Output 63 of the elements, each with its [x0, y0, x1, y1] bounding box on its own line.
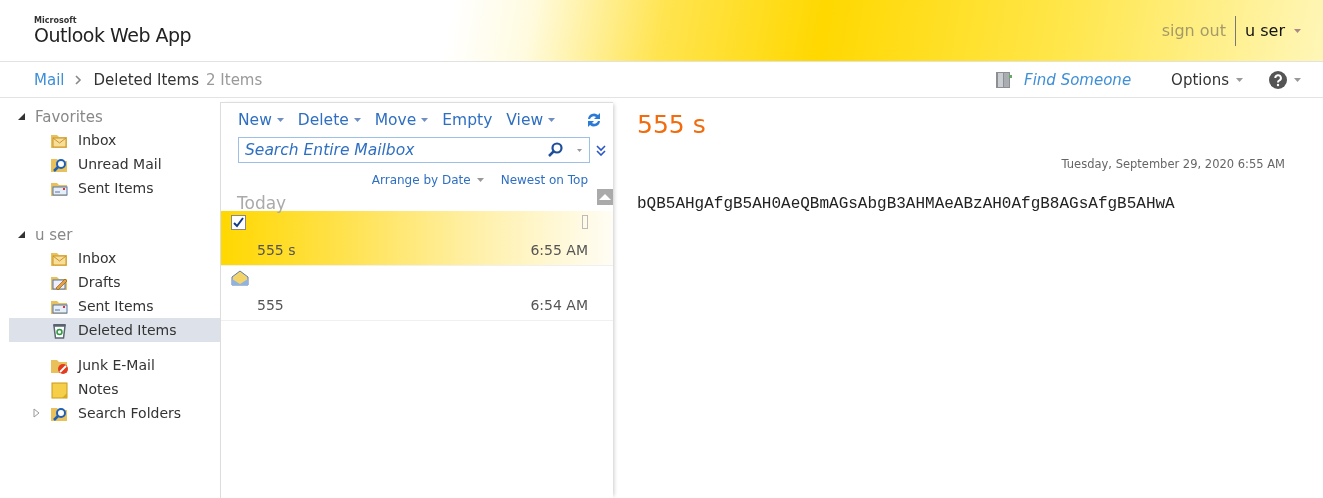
message-time: 6:55 AM	[530, 242, 588, 258]
user-menu[interactable]: u ser	[1245, 21, 1301, 40]
group-header: Today	[237, 193, 287, 211]
search-field[interactable]: Search Entire Mailbox	[238, 137, 590, 163]
item-count: 2 Items	[206, 70, 263, 89]
up-arrow-icon	[599, 194, 611, 200]
note-icon	[50, 379, 69, 399]
folder-group-title: Favorites	[35, 108, 103, 126]
folder-item[interactable]: Notes	[9, 377, 220, 401]
message-subject: 555 s	[257, 242, 296, 258]
toolbar-button[interactable]: View	[506, 111, 556, 129]
help-icon	[1269, 70, 1287, 89]
options-menu[interactable]: Options	[1171, 70, 1243, 89]
caret-icon	[1236, 77, 1243, 82]
caret-icon	[276, 118, 284, 122]
caret-icon	[1294, 28, 1301, 33]
find-someone-link[interactable]: Find Someone	[994, 70, 1132, 89]
folder-item[interactable]: Inbox	[9, 128, 220, 152]
search-icon	[547, 142, 563, 158]
folder-item[interactable]: Deleted Items	[9, 318, 220, 342]
folder-title: Deleted Items	[93, 70, 199, 89]
caret-icon	[577, 148, 582, 152]
folder-group-header[interactable]: Favorites	[0, 106, 220, 128]
folder-group-header[interactable]: u ser	[0, 224, 220, 246]
refresh-icon[interactable]	[585, 111, 603, 129]
app-logo-text: Outlook Web App	[34, 25, 192, 45]
message-time: 6:54 AM	[530, 297, 588, 313]
message-body: bQB5AHgAfgB5AH0AeQBmAGsAbgB3AHMAeABzAH0AfgB8AGsAfgB5AHwA	[637, 195, 1176, 213]
folder-item[interactable]: Search Folders	[9, 401, 220, 425]
address-book-icon	[994, 70, 1014, 89]
caret-icon	[421, 118, 429, 122]
sort-order-link[interactable]: Newest on Top	[500, 173, 588, 187]
chevron-icon	[75, 74, 83, 85]
help-menu[interactable]	[1269, 70, 1301, 89]
breadcrumb-link[interactable]: Mail	[34, 70, 65, 89]
caret-icon	[1294, 77, 1301, 82]
message-date: Tuesday, September 29, 2020 6:55 AM	[1060, 157, 1285, 171]
toolbar-button[interactable]: Delete	[297, 111, 361, 129]
expand-chevron-icon[interactable]	[596, 144, 606, 156]
folder-item[interactable]: Sent Items	[9, 176, 220, 200]
flag-slot-icon	[582, 215, 588, 229]
folder-item[interactable]: Sent Items	[9, 294, 220, 318]
message-row[interactable]: 555 6:54 AM	[221, 266, 613, 321]
arrange-by-menu[interactable]: Arrange by Date	[371, 173, 484, 187]
caret-icon	[476, 178, 484, 182]
checkbox-icon	[231, 215, 246, 230]
folder-group-title: u ser	[35, 226, 73, 244]
toolbar-button[interactable]: New	[238, 111, 284, 129]
open-envelope-icon	[231, 270, 249, 286]
expand-arrow-icon	[18, 113, 25, 121]
brand-label: Microsoft	[34, 16, 78, 25]
folder-item[interactable]: Drafts	[9, 270, 220, 294]
toolbar-button[interactable]: Empty	[442, 111, 493, 129]
message-subject-heading: 555 s	[637, 110, 707, 139]
toolbar-button[interactable]: Move	[374, 111, 429, 129]
expand-arrow-icon	[33, 408, 40, 418]
folder-item[interactable]: Inbox	[9, 246, 220, 270]
caret-icon	[548, 118, 556, 122]
expand-arrow-icon	[18, 231, 25, 239]
folder-item[interactable]: Unread Mail	[9, 152, 220, 176]
message-subject: 555	[257, 297, 284, 313]
folder-item[interactable]: Junk E-Mail	[9, 353, 220, 377]
caret-icon	[353, 118, 361, 122]
